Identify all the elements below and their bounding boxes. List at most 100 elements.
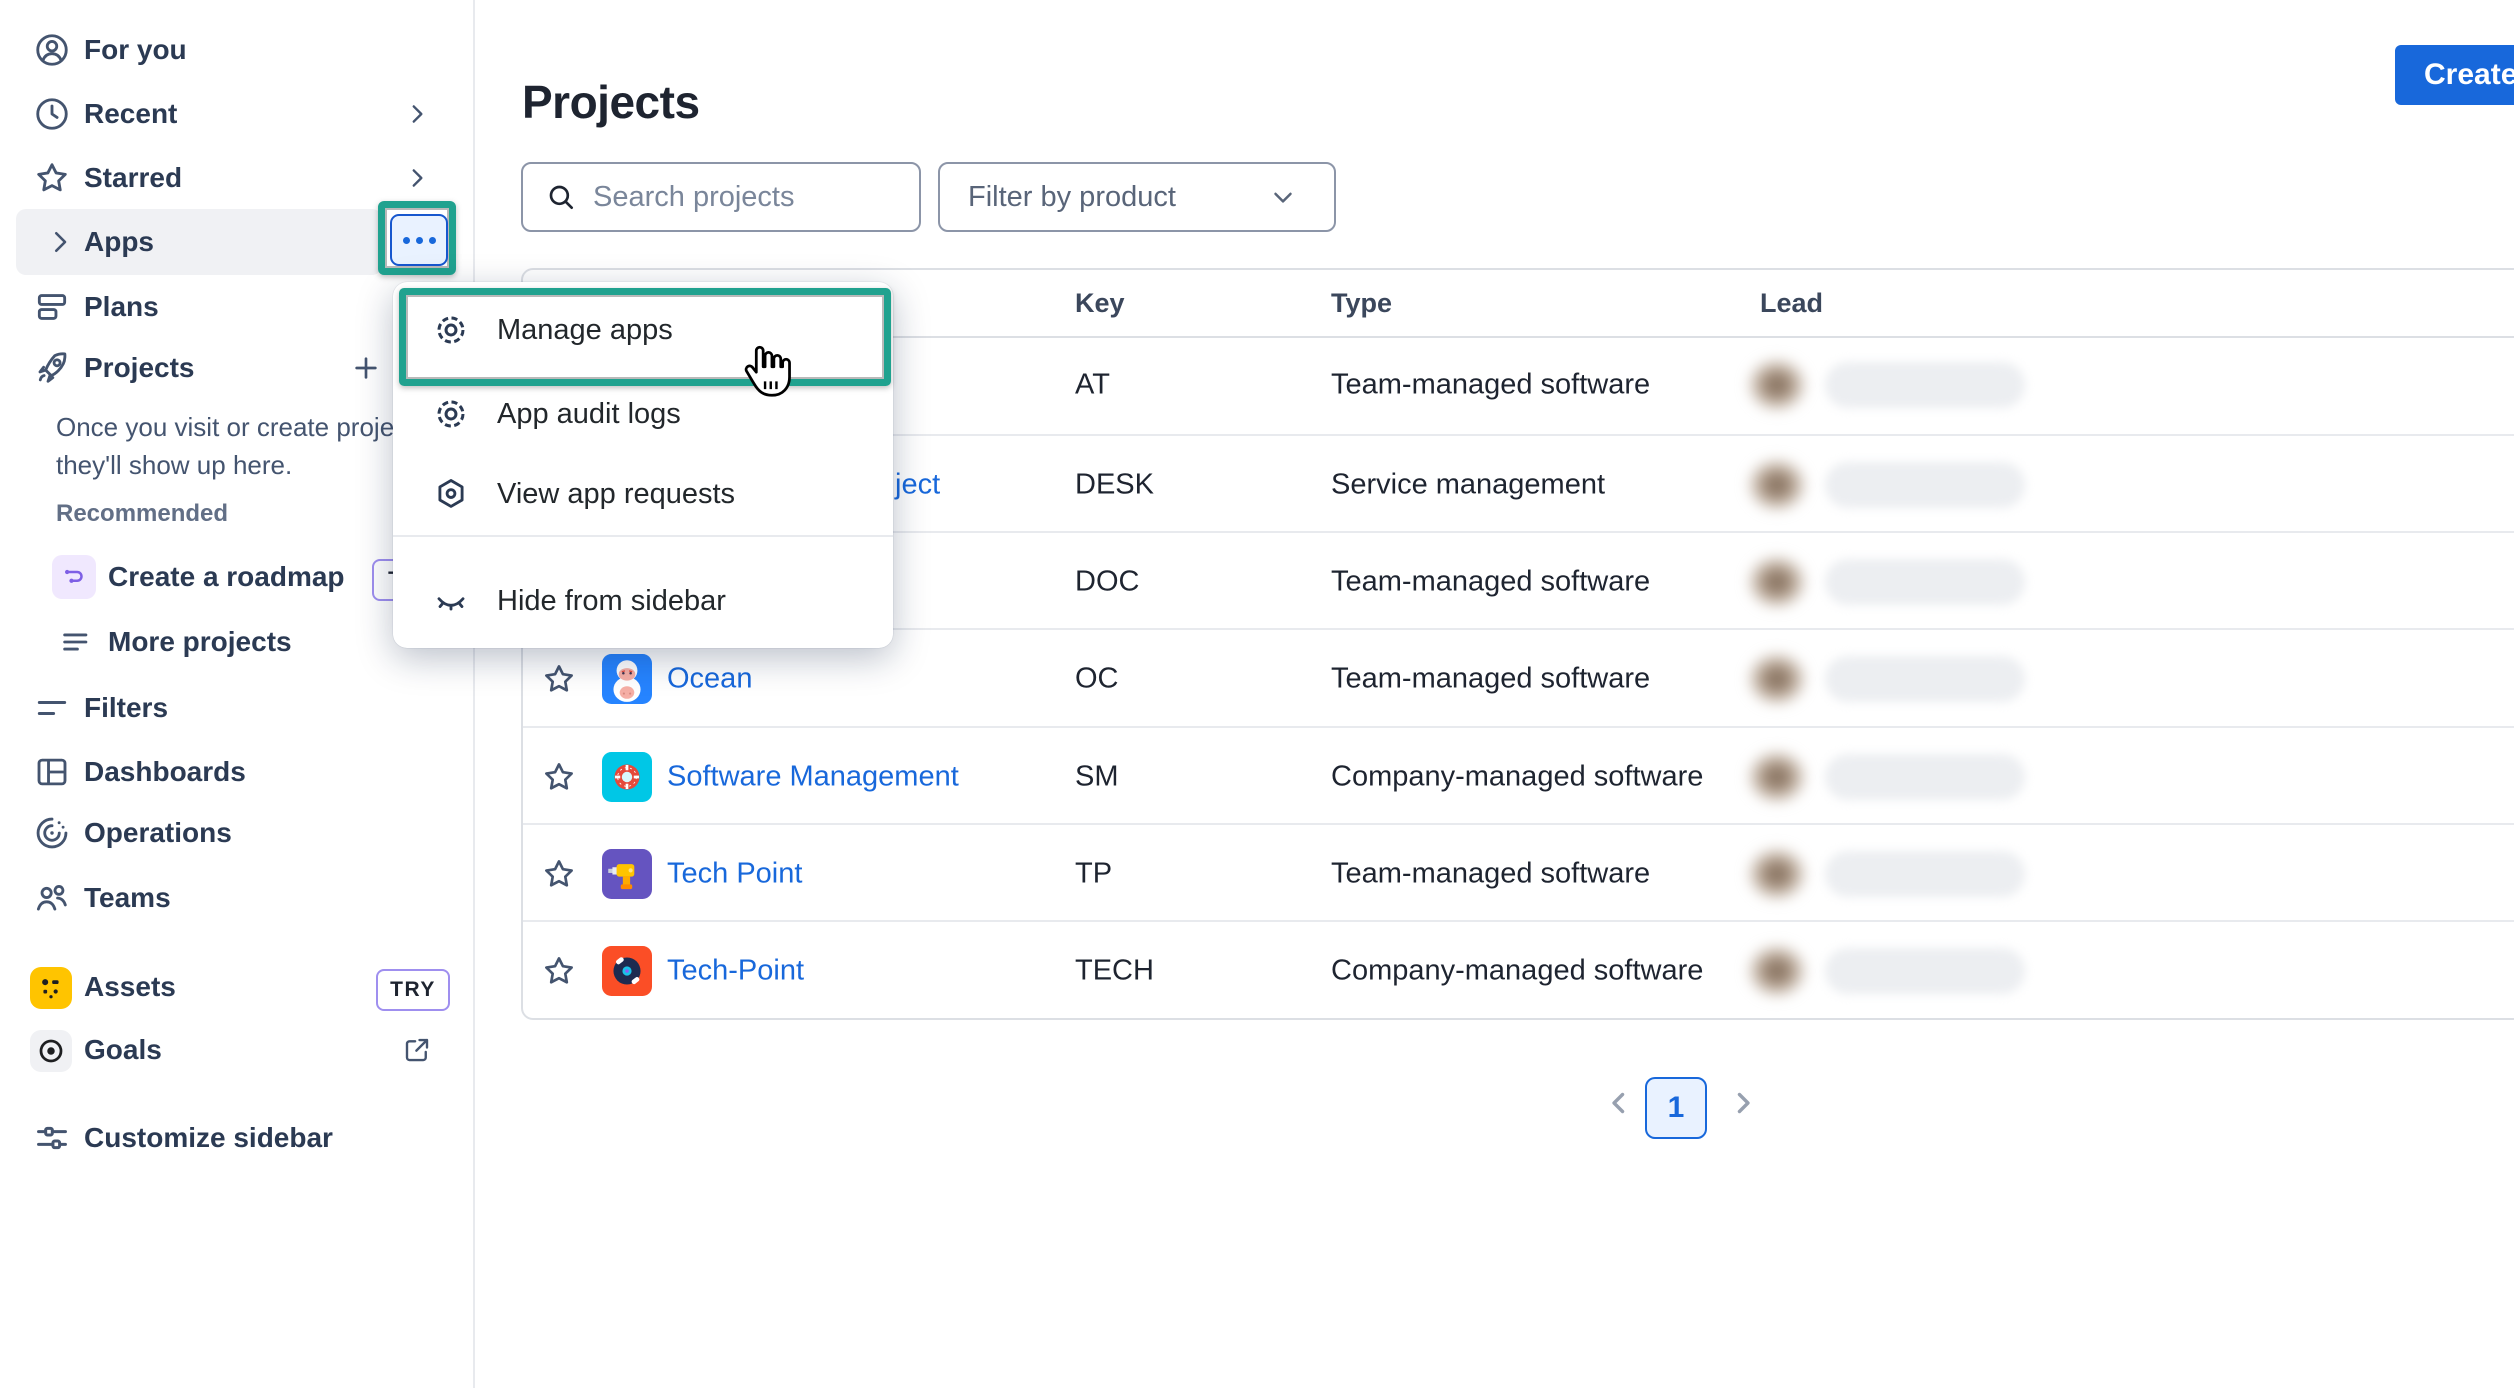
plus-icon[interactable] bbox=[350, 352, 382, 384]
sidebar-item-for-you[interactable]: For you bbox=[0, 18, 471, 82]
table-row: Software Management SM Company-managed s… bbox=[523, 726, 2514, 825]
column-header-key: Key bbox=[1075, 270, 1125, 336]
create-button[interactable]: Create bbox=[2395, 45, 2514, 105]
filters-icon bbox=[32, 689, 72, 727]
operations-icon bbox=[32, 814, 72, 852]
menu-item-hide-from-sidebar[interactable]: Hide from sidebar bbox=[393, 573, 893, 629]
menu-item-label: View app requests bbox=[497, 478, 735, 511]
apps-more-button[interactable] bbox=[390, 214, 448, 266]
recommended-label: Recommended bbox=[56, 500, 228, 528]
sidebar-item-operations[interactable]: Operations bbox=[0, 801, 471, 865]
project-type: Team-managed software bbox=[1331, 857, 1650, 890]
app-window: For you Recent Starred Apps bbox=[0, 0, 2514, 1388]
sidebar-label: Customize sidebar bbox=[84, 1122, 333, 1154]
project-key: DOC bbox=[1075, 565, 1139, 598]
menu-item-label: App audit logs bbox=[497, 398, 681, 431]
try-badge: TRY bbox=[376, 969, 450, 1011]
chevron-right-icon[interactable] bbox=[40, 227, 80, 257]
star-icon[interactable] bbox=[541, 759, 577, 795]
menu-item-app-audit-logs[interactable]: App audit logs bbox=[393, 386, 893, 442]
lead-name-blurred bbox=[1825, 656, 2025, 702]
project-type: Company-managed software bbox=[1331, 760, 1703, 793]
hexagon-target-icon bbox=[433, 476, 469, 512]
lead-avatar-blurred bbox=[1745, 650, 1809, 708]
sidebar-item-assets[interactable]: Assets TRY bbox=[0, 955, 471, 1019]
lead-avatar-blurred bbox=[1745, 356, 1809, 414]
chevron-down-icon bbox=[1268, 182, 1298, 212]
filter-by-product-select[interactable]: Filter by product bbox=[938, 162, 1336, 232]
lead-avatar-blurred bbox=[1745, 942, 1809, 1000]
eye-closed-icon bbox=[433, 583, 469, 619]
projects-empty-text-line1: Once you visit or create proje bbox=[56, 412, 394, 443]
lead-cell bbox=[1745, 456, 2025, 514]
sidebar-label: Starred bbox=[84, 162, 182, 194]
lead-name-blurred bbox=[1825, 559, 2025, 605]
assets-icon bbox=[30, 967, 72, 1009]
lead-cell bbox=[1745, 650, 2025, 708]
menu-divider bbox=[393, 535, 893, 537]
gear-icon bbox=[433, 396, 469, 432]
lead-avatar-blurred bbox=[1745, 748, 1809, 806]
lead-cell bbox=[1745, 748, 2025, 806]
external-link-icon[interactable] bbox=[402, 1035, 432, 1065]
star-icon[interactable] bbox=[541, 953, 577, 989]
project-name-link[interactable]: Ocean bbox=[667, 662, 752, 695]
project-type: Team-managed software bbox=[1331, 662, 1650, 695]
projects-empty-text-line2: they'll show up here. bbox=[56, 450, 292, 481]
menu-item-view-app-requests[interactable]: View app requests bbox=[393, 466, 893, 522]
project-type: Service management bbox=[1331, 468, 1605, 501]
star-icon[interactable] bbox=[541, 661, 577, 697]
pagination-next-icon[interactable] bbox=[1726, 1086, 1760, 1120]
filter-label: Filter by product bbox=[968, 181, 1176, 214]
sidebar-label: Teams bbox=[84, 882, 171, 914]
project-avatar-lifebuoy bbox=[602, 752, 652, 802]
project-name-link[interactable]: ject bbox=[895, 468, 940, 501]
project-type: Company-managed software bbox=[1331, 954, 1703, 987]
sidebar-label: More projects bbox=[108, 626, 292, 658]
sidebar-item-teams[interactable]: Teams bbox=[0, 866, 471, 930]
sidebar-item-customize[interactable]: Customize sidebar bbox=[0, 1106, 471, 1170]
search-icon bbox=[545, 181, 577, 213]
chevron-right-icon[interactable] bbox=[404, 101, 430, 127]
sidebar-label: Dashboards bbox=[84, 756, 246, 788]
sidebar-label: Create a roadmap bbox=[108, 561, 345, 593]
sidebar-label: Assets bbox=[84, 971, 176, 1003]
project-name-link[interactable]: Software Management bbox=[667, 760, 959, 793]
lead-name-blurred bbox=[1825, 948, 2025, 994]
sidebar-item-goals[interactable]: Goals bbox=[0, 1018, 471, 1082]
project-avatar-ocean bbox=[602, 654, 652, 704]
lead-name-blurred bbox=[1825, 851, 2025, 897]
apps-context-menu: Manage apps App audit logs View app requ… bbox=[393, 282, 893, 648]
lead-avatar-blurred bbox=[1745, 456, 1809, 514]
lead-cell bbox=[1745, 845, 2025, 903]
dashboards-icon bbox=[32, 753, 72, 791]
sidebar-label: Filters bbox=[84, 692, 168, 724]
create-button-label: Create bbox=[2424, 58, 2514, 92]
roadmap-icon bbox=[52, 555, 96, 599]
project-avatar-vinyl bbox=[602, 946, 652, 996]
sidebar-item-filters[interactable]: Filters bbox=[0, 676, 471, 740]
hand-cursor-icon bbox=[740, 340, 796, 402]
project-key: OC bbox=[1075, 662, 1119, 695]
lead-avatar-blurred bbox=[1745, 845, 1809, 903]
sidebar-item-recent[interactable]: Recent bbox=[0, 82, 471, 146]
sidebar-item-dashboards[interactable]: Dashboards bbox=[0, 740, 471, 804]
clock-icon bbox=[32, 95, 72, 133]
table-row: Tech Point TP Team-managed software bbox=[523, 823, 2514, 922]
page-title: Projects bbox=[522, 75, 700, 129]
pagination-prev-icon[interactable] bbox=[1602, 1086, 1636, 1120]
search-projects-input[interactable] bbox=[591, 180, 895, 215]
chevron-right-icon[interactable] bbox=[404, 165, 430, 191]
pagination-page-1[interactable]: 1 bbox=[1645, 1077, 1707, 1139]
lead-cell bbox=[1745, 553, 2025, 611]
manage-apps-annotation bbox=[399, 288, 891, 386]
lead-avatar-blurred bbox=[1745, 553, 1809, 611]
sidebar-label: Projects bbox=[84, 352, 195, 384]
person-circle-icon bbox=[32, 31, 72, 69]
star-icon[interactable] bbox=[541, 856, 577, 892]
project-name-link[interactable]: Tech-Point bbox=[667, 954, 804, 987]
project-key: TP bbox=[1075, 857, 1112, 890]
project-name-link[interactable]: Tech Point bbox=[667, 857, 802, 890]
sidebar-label: Apps bbox=[84, 226, 154, 258]
project-avatar-drill bbox=[602, 849, 652, 899]
